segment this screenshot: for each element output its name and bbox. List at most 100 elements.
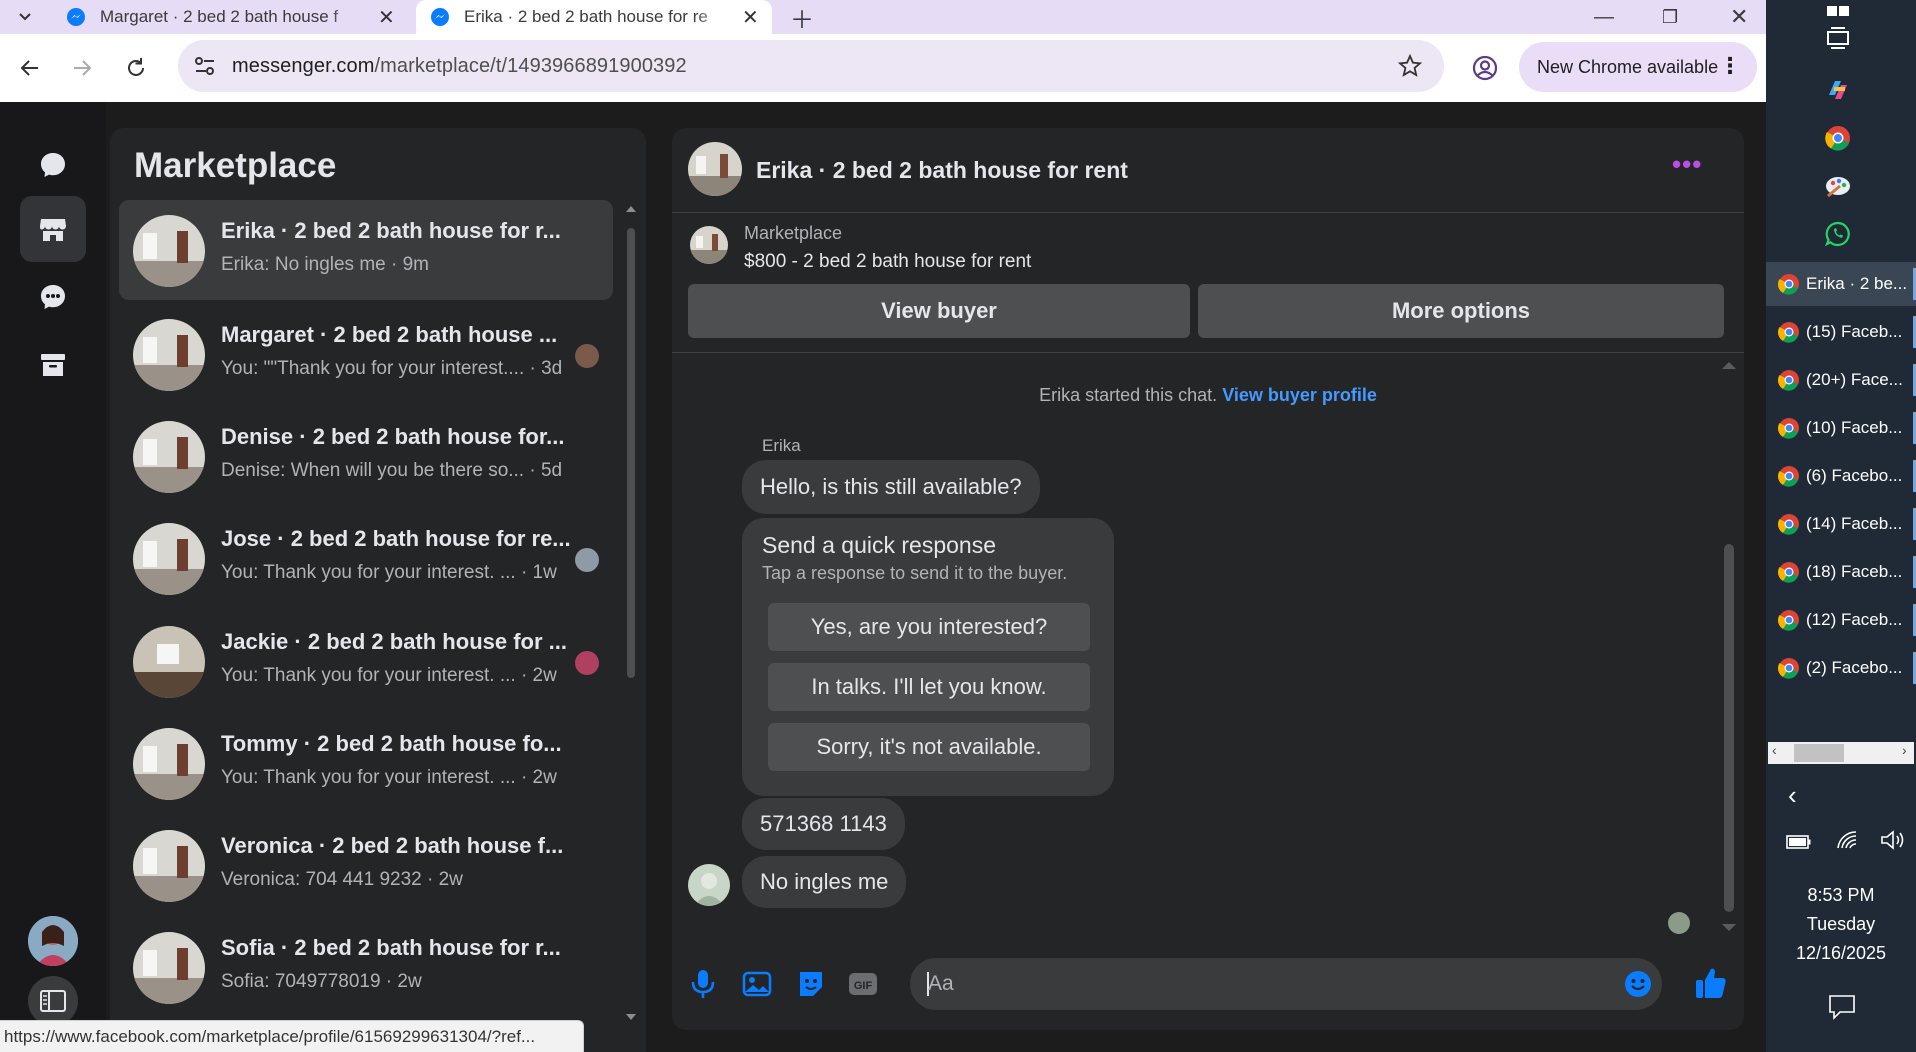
- new-chrome-available-button[interactable]: New Chrome available ⋮: [1519, 42, 1757, 92]
- conversation-item[interactable]: Tommy · 2 bed 2 bath house fo... You: Tha…: [119, 713, 613, 813]
- taskbar-scroll-thumb[interactable]: [1794, 744, 1844, 762]
- message-input[interactable]: [910, 958, 1662, 1010]
- rail-chats-button[interactable]: [20, 132, 86, 198]
- taskbar-window-item[interactable]: (12) Faceb...: [1766, 598, 1916, 642]
- message-bubble[interactable]: 571368 1143: [742, 798, 905, 850]
- paint-app-icon[interactable]: [1820, 168, 1856, 204]
- chat-scroll-down-icon[interactable]: [1722, 924, 1736, 931]
- rail-requests-button[interactable]: [20, 264, 86, 330]
- clock-date[interactable]: 12/16/2025: [1766, 943, 1916, 964]
- scroll-right-icon[interactable]: ›: [1902, 742, 1907, 758]
- chat-listing-thumbnail[interactable]: [688, 142, 742, 196]
- site-info-icon[interactable]: [194, 56, 216, 76]
- conversation-preview: Sofia: 7049778019 · 2w: [221, 971, 422, 992]
- chat-scroll-up-icon[interactable]: [1722, 362, 1736, 369]
- emoji-button[interactable]: [1624, 970, 1652, 998]
- quick-response-in-talks[interactable]: In talks. I'll let you know.: [768, 663, 1090, 711]
- wifi-icon[interactable]: [1836, 830, 1860, 850]
- chrome-logo-icon: [1778, 610, 1799, 631]
- listing-title[interactable]: $800 - 2 bed 2 bath house for rent: [744, 251, 1031, 273]
- sender-avatar[interactable]: [688, 864, 730, 906]
- taskbar-window-item[interactable]: (6) Facebo...: [1766, 454, 1916, 498]
- sender-name: Erika: [762, 436, 801, 455]
- voice-clip-button[interactable]: [690, 968, 716, 1000]
- status-bar-url: https://www.facebook.com/marketplace/pro…: [0, 1020, 584, 1052]
- scroll-left-icon[interactable]: ‹: [1772, 742, 1777, 758]
- reload-button[interactable]: [118, 50, 154, 86]
- send-like-button[interactable]: [1694, 966, 1728, 1000]
- tab-search-button[interactable]: [0, 0, 52, 34]
- back-button[interactable]: [12, 50, 48, 86]
- room-photo: [690, 226, 728, 264]
- copilot-icon[interactable]: [1820, 72, 1856, 108]
- taskbar-window-item[interactable]: (20+) Face...: [1766, 358, 1916, 402]
- minimize-button[interactable]: —: [1580, 0, 1620, 34]
- room-photo: [133, 319, 205, 391]
- whatsapp-icon[interactable]: [1820, 216, 1856, 252]
- gif-button[interactable]: GIF: [848, 970, 878, 998]
- bookmark-star-icon[interactable]: [1398, 54, 1422, 78]
- taskbar-window-title: (2) Facebo...: [1806, 658, 1903, 677]
- profile-button[interactable]: [1467, 50, 1503, 86]
- scroll-down-icon[interactable]: [626, 1014, 636, 1020]
- scroll-up-icon[interactable]: [626, 206, 636, 212]
- sticker-button[interactable]: [796, 970, 826, 998]
- taskbar-window-item[interactable]: Erika · 2 be...: [1766, 262, 1916, 306]
- close-window-button[interactable]: ✕: [1716, 0, 1756, 34]
- message-bubble[interactable]: Hello, is this still available?: [742, 460, 1040, 514]
- attach-photo-button[interactable]: [742, 970, 772, 998]
- room-photo: [688, 142, 742, 196]
- chrome-app-icon[interactable]: [1820, 120, 1856, 156]
- close-tab-icon[interactable]: ✕: [378, 5, 395, 30]
- tab-title: Erika · 2 bed 2 bath house for re: [464, 7, 708, 26]
- sticker-icon: [800, 972, 822, 996]
- tab-margaret[interactable]: Margaret · 2 bed 2 bath house f ✕: [52, 0, 404, 34]
- maximize-button[interactable]: ❐: [1648, 0, 1688, 34]
- browser-tab-strip: Margaret · 2 bed 2 bath house f ✕ Erika …: [0, 0, 1766, 34]
- conversation-item[interactable]: Margaret · 2 bed 2 bath house ... You: ""…: [119, 304, 613, 404]
- quick-response-not-available[interactable]: Sorry, it's not available.: [768, 723, 1090, 771]
- new-tab-button[interactable]: ＋: [776, 0, 816, 34]
- taskbar-window-item[interactable]: (18) Faceb...: [1766, 550, 1916, 594]
- rail-marketplace-button[interactable]: [20, 196, 86, 262]
- quick-response-yes[interactable]: Yes, are you interested?: [768, 603, 1090, 651]
- taskbar-window-item[interactable]: (2) Facebo...: [1766, 646, 1916, 690]
- notifications-icon[interactable]: [1828, 994, 1856, 1020]
- clock-day[interactable]: Tuesday: [1766, 914, 1916, 935]
- chat-bubble-icon: [41, 153, 65, 177]
- more-options-button[interactable]: More options: [1198, 284, 1724, 338]
- clock-time[interactable]: 8:53 PM: [1766, 885, 1916, 906]
- conversation-item[interactable]: Sofia · 2 bed 2 bath house for r... Sofia…: [119, 917, 613, 1017]
- taskbar-window-title: (14) Faceb...: [1806, 514, 1903, 533]
- taskbar-window-item[interactable]: (15) Faceb...: [1766, 310, 1916, 354]
- conversation-scroll-thumb[interactable]: [627, 228, 635, 678]
- forward-button[interactable]: [64, 50, 100, 86]
- chat-scroll-thumb[interactable]: [1724, 544, 1734, 912]
- conversation-item[interactable]: Denise · 2 bed 2 bath house for... Denise…: [119, 406, 613, 506]
- conversation-item[interactable]: Veronica · 2 bed 2 bath house f... Veroni…: [119, 815, 613, 915]
- message-bubble[interactable]: No ingles me: [742, 856, 907, 908]
- conversation-item[interactable]: Erika · 2 bed 2 bath house for r... Erika…: [119, 200, 613, 300]
- toggle-sidebar-button[interactable]: [28, 976, 78, 1026]
- listing-divider: [672, 352, 1744, 353]
- taskbar-window-item[interactable]: (14) Faceb...: [1766, 502, 1916, 546]
- conversation-name: Sofia · 2 bed 2 bath house for r...: [221, 935, 561, 960]
- room-photo: [133, 215, 205, 287]
- chat-more-icon[interactable]: •••: [1672, 151, 1702, 177]
- conversation-item[interactable]: Jackie · 2 bed 2 bath house for ... You: …: [119, 611, 613, 711]
- collapse-chevron-icon[interactable]: ‹: [1788, 780, 1797, 811]
- rail-archive-button[interactable]: [20, 332, 86, 398]
- user-avatar[interactable]: [28, 916, 78, 966]
- close-tab-icon[interactable]: ✕: [742, 5, 759, 30]
- view-buyer-profile-link[interactable]: View buyer profile: [1222, 385, 1377, 405]
- address-bar[interactable]: messenger.com/marketplace/t/149396689190…: [178, 40, 1444, 92]
- volume-icon[interactable]: [1880, 830, 1906, 850]
- chrome-menu-icon[interactable]: ⋮: [1719, 54, 1741, 78]
- view-buyer-button[interactable]: View buyer: [688, 284, 1190, 338]
- tab-erika[interactable]: Erika · 2 bed 2 bath house for re ✕: [416, 0, 772, 34]
- battery-icon[interactable]: [1786, 834, 1812, 850]
- taskbar-window-item[interactable]: (10) Faceb...: [1766, 406, 1916, 450]
- conversation-item[interactable]: Jose · 2 bed 2 bath house for re... You: …: [119, 508, 613, 608]
- task-view-icon[interactable]: [1820, 20, 1856, 56]
- conversation-name: Jackie · 2 bed 2 bath house for ...: [221, 629, 567, 654]
